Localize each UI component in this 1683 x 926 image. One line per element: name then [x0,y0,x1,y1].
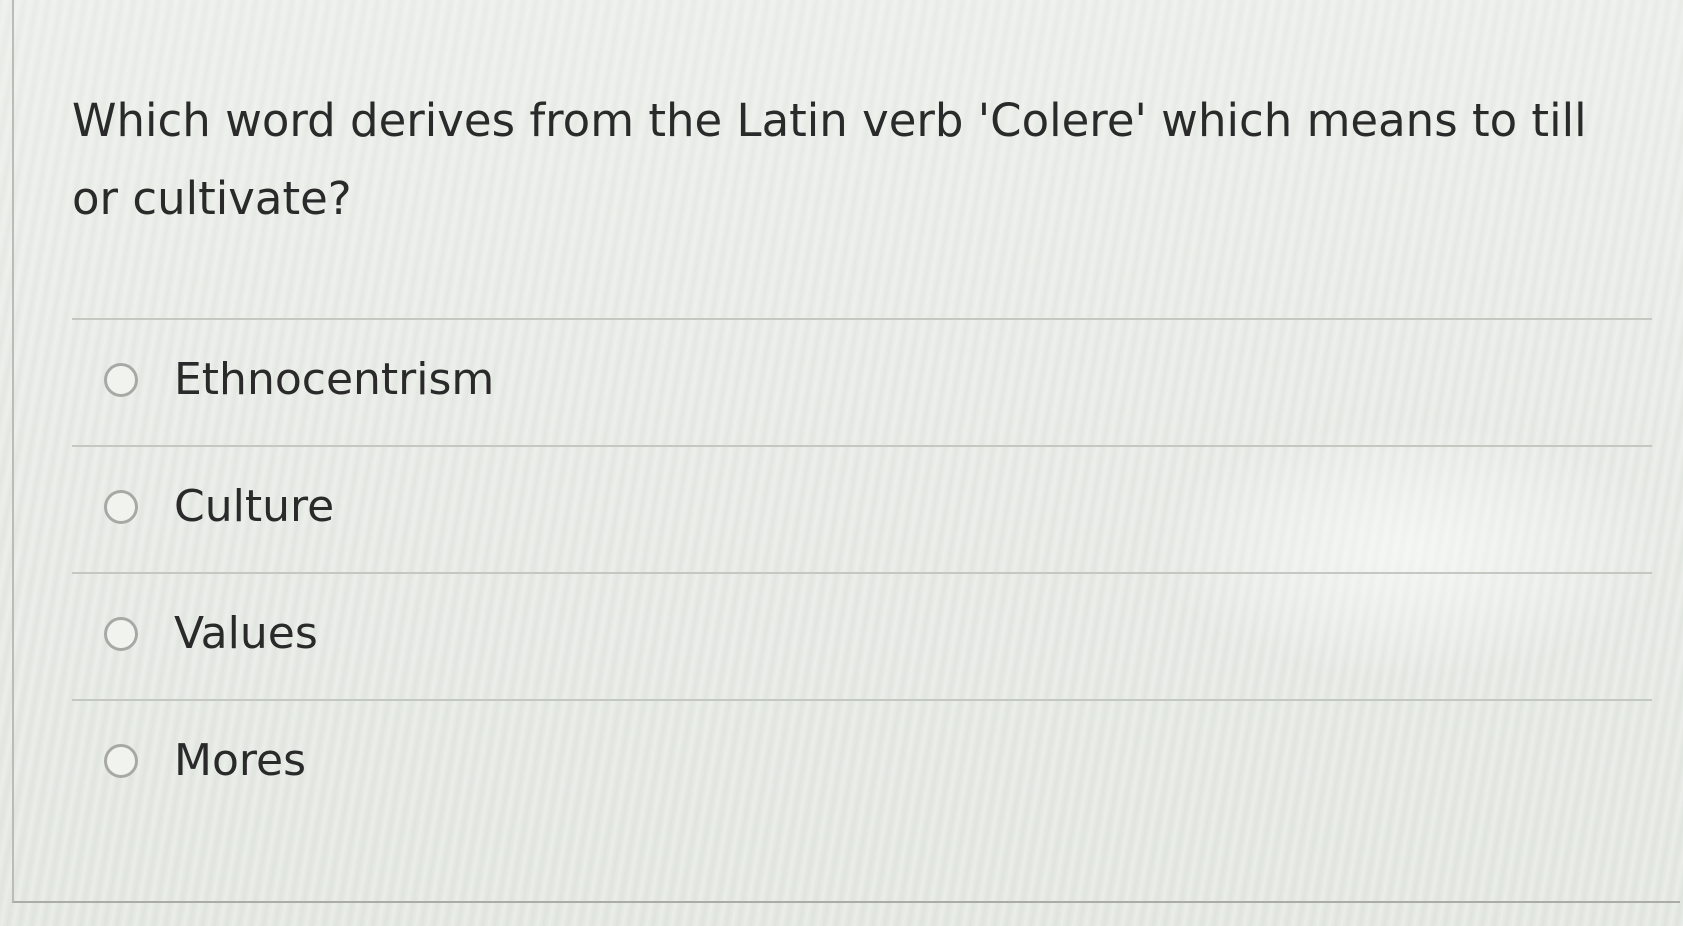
answer-option-mores[interactable]: Mores [72,699,1652,826]
answer-label[interactable]: Ethnocentrism [174,353,494,407]
radio-button-icon[interactable] [104,490,138,524]
answer-option-ethnocentrism[interactable]: Ethnocentrism [72,318,1652,445]
radio-button-icon[interactable] [104,363,138,397]
answer-option-culture[interactable]: Culture [72,445,1652,572]
radio-button-icon[interactable] [104,744,138,778]
question-text: Which word derives from the Latin verb '… [72,94,1587,225]
question-card: Which word derives from the Latin verb '… [12,0,1680,903]
answer-label[interactable]: Mores [174,734,306,788]
answer-option-values[interactable]: Values [72,572,1652,699]
answer-list: Ethnocentrism Culture Values Mores [72,318,1652,826]
answer-label[interactable]: Culture [174,480,334,534]
answer-label[interactable]: Values [174,607,318,661]
radio-button-icon[interactable] [104,617,138,651]
